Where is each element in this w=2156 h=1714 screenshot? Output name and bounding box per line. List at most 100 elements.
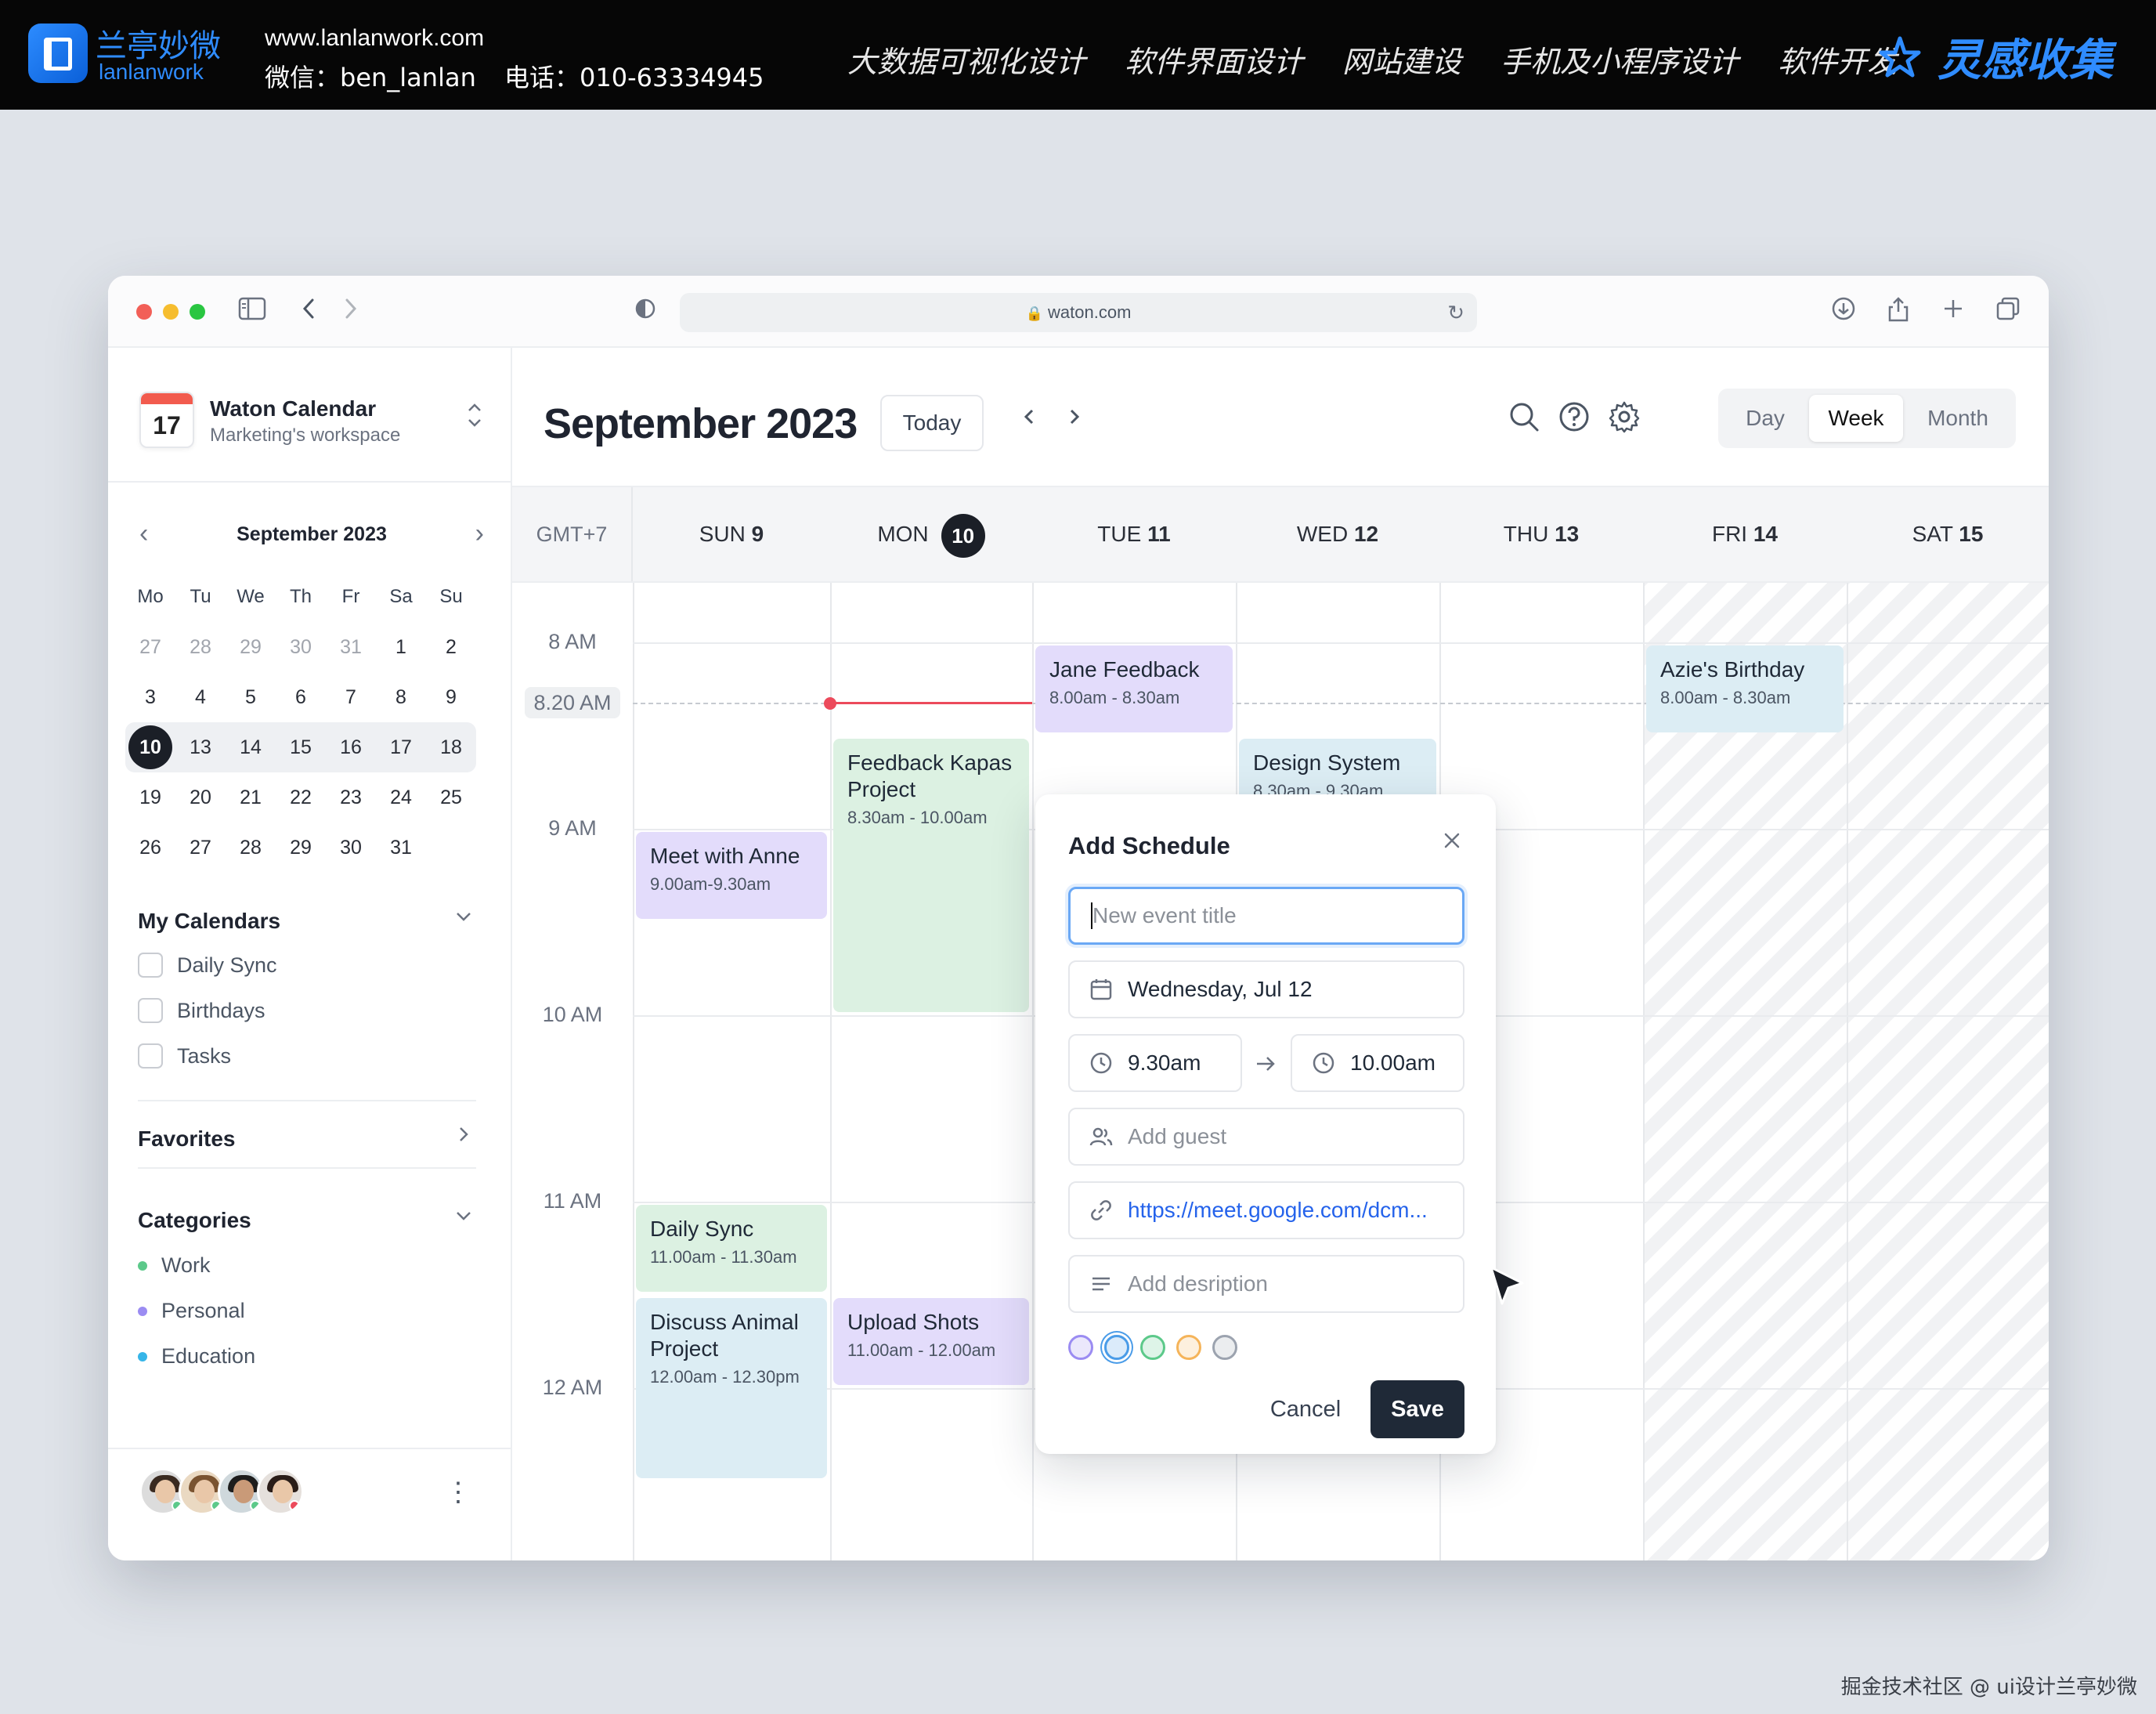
event-title-input[interactable]: New event title bbox=[1068, 887, 1464, 945]
browser-forward-icon[interactable] bbox=[335, 296, 367, 327]
mini-day-cell[interactable]: 27 bbox=[125, 622, 175, 672]
color-swatch[interactable] bbox=[1140, 1335, 1165, 1360]
mini-day-cell[interactable]: 22 bbox=[276, 772, 326, 823]
mini-day-cell[interactable]: 9 bbox=[426, 672, 476, 722]
view-week-tab[interactable]: Week bbox=[1809, 395, 1903, 442]
mini-day-cell[interactable]: 29 bbox=[276, 823, 326, 873]
minimize-window-button[interactable] bbox=[163, 304, 179, 320]
mini-day-cell[interactable]: 19 bbox=[125, 772, 175, 823]
mini-day-cell[interactable]: 31 bbox=[326, 622, 376, 672]
mini-today-number[interactable]: 10 bbox=[128, 725, 172, 769]
mini-day-cell[interactable]: 16 bbox=[326, 722, 376, 772]
calendar-item-tasks[interactable]: Tasks bbox=[138, 1043, 231, 1069]
mini-day-cell[interactable]: 28 bbox=[175, 622, 226, 672]
search-icon[interactable] bbox=[1507, 400, 1546, 439]
calendar-item-birthdays[interactable]: Birthdays bbox=[138, 998, 265, 1023]
mini-day-cell[interactable]: 21 bbox=[226, 772, 276, 823]
mini-day-cell[interactable]: 26 bbox=[125, 823, 175, 873]
mini-day-cell[interactable]: 3 bbox=[125, 672, 175, 722]
description-field[interactable]: Add desription bbox=[1068, 1255, 1464, 1313]
category-item-education[interactable]: Education bbox=[138, 1344, 255, 1369]
mini-day-cell[interactable]: 5 bbox=[226, 672, 276, 722]
close-window-button[interactable] bbox=[136, 304, 152, 320]
mini-day-cell[interactable]: 15 bbox=[276, 722, 326, 772]
save-button[interactable]: Save bbox=[1371, 1380, 1464, 1438]
event-card[interactable]: Azie's Birthday 8.00am - 8.30am bbox=[1646, 645, 1844, 732]
mini-day-cell[interactable]: 8 bbox=[376, 672, 426, 722]
workspace-switcher[interactable]: 17 Waton Calendar Marketing's workspace bbox=[139, 392, 484, 454]
day-header-wed[interactable]: WED 12 bbox=[1236, 487, 1439, 581]
prev-week-icon[interactable] bbox=[1020, 401, 1038, 440]
mini-next-month-icon[interactable]: › bbox=[475, 519, 484, 549]
mini-day-cell[interactable]: 30 bbox=[326, 823, 376, 873]
mini-day-cell[interactable]: 29 bbox=[226, 622, 276, 672]
mini-day-cell[interactable]: 18 bbox=[426, 722, 476, 772]
color-swatch[interactable] bbox=[1068, 1335, 1093, 1360]
start-time-field[interactable]: 9.30am bbox=[1068, 1034, 1242, 1092]
day-header-mon[interactable]: MON 10 bbox=[830, 487, 1032, 581]
category-item-personal[interactable]: Personal bbox=[138, 1299, 245, 1323]
day-header-sun[interactable]: SUN 9 bbox=[633, 487, 830, 581]
member-avatars[interactable] bbox=[139, 1468, 304, 1515]
mini-day-cell[interactable]: 14 bbox=[226, 722, 276, 772]
mini-day-cell[interactable]: 24 bbox=[376, 772, 426, 823]
share-icon[interactable] bbox=[1883, 296, 1914, 327]
event-card[interactable]: Meet with Anne 9.00am-9.30am bbox=[636, 832, 827, 919]
more-options-icon[interactable]: ⋮ bbox=[445, 1479, 471, 1506]
mini-day-cell[interactable]: 30 bbox=[276, 622, 326, 672]
browser-back-icon[interactable] bbox=[293, 296, 324, 327]
checkbox[interactable] bbox=[138, 998, 163, 1023]
mini-day-cell[interactable]: 7 bbox=[326, 672, 376, 722]
today-button[interactable]: Today bbox=[880, 395, 984, 451]
day-header-fri[interactable]: FRI 14 bbox=[1643, 487, 1847, 581]
meeting-link[interactable]: https://meet.google.com/dcm... bbox=[1128, 1198, 1428, 1223]
address-bar[interactable]: 🔒 waton.com ↻ bbox=[680, 293, 1477, 332]
day-header-thu[interactable]: THU 13 bbox=[1439, 487, 1643, 581]
event-card[interactable]: Upload Shots 11.00am - 12.00am bbox=[833, 1298, 1029, 1385]
event-card[interactable]: Daily Sync 11.00am - 11.30am bbox=[636, 1205, 827, 1292]
mini-day-cell[interactable]: 4 bbox=[175, 672, 226, 722]
mini-day-cell[interactable]: 20 bbox=[175, 772, 226, 823]
calendar-item-daily-sync[interactable]: Daily Sync bbox=[138, 953, 277, 978]
event-card[interactable]: Discuss Animal Project 12.00am - 12.30pm bbox=[636, 1298, 827, 1478]
mini-day-cell[interactable] bbox=[426, 823, 476, 873]
next-week-icon[interactable] bbox=[1065, 401, 1084, 440]
settings-gear-icon[interactable] bbox=[1607, 400, 1646, 439]
tab-overview-icon[interactable] bbox=[1992, 296, 2024, 327]
mini-day-cell[interactable]: 13 bbox=[175, 722, 226, 772]
view-month-tab[interactable]: Month bbox=[1906, 395, 2010, 442]
maximize-window-button[interactable] bbox=[190, 304, 205, 320]
mini-day-cell[interactable]: 25 bbox=[426, 772, 476, 823]
avatar[interactable] bbox=[257, 1468, 304, 1515]
reload-icon[interactable]: ↻ bbox=[1447, 293, 1464, 332]
date-field[interactable]: Wednesday, Jul 12 bbox=[1068, 960, 1464, 1018]
privacy-shield-icon[interactable] bbox=[630, 296, 661, 327]
color-swatch[interactable] bbox=[1104, 1335, 1129, 1360]
mini-day-cell[interactable]: 28 bbox=[226, 823, 276, 873]
chevron-right-icon[interactable] bbox=[453, 1123, 475, 1151]
checkbox[interactable] bbox=[138, 953, 163, 978]
color-swatch[interactable] bbox=[1176, 1335, 1201, 1360]
new-tab-icon[interactable] bbox=[1938, 296, 1969, 327]
day-header-tue[interactable]: TUE 11 bbox=[1032, 487, 1236, 581]
chevron-down-icon[interactable] bbox=[453, 1205, 475, 1232]
cancel-button[interactable]: Cancel bbox=[1259, 1380, 1352, 1438]
mini-day-cell[interactable]: 31 bbox=[376, 823, 426, 873]
mini-day-cell[interactable]: 1 bbox=[376, 622, 426, 672]
mini-day-cell[interactable]: 23 bbox=[326, 772, 376, 823]
view-day-tab[interactable]: Day bbox=[1724, 395, 1806, 442]
checkbox[interactable] bbox=[138, 1043, 163, 1069]
mini-day-cell[interactable]: 2 bbox=[426, 622, 476, 672]
mini-day-cell[interactable]: 6 bbox=[276, 672, 326, 722]
category-item-work[interactable]: Work bbox=[138, 1253, 211, 1278]
chevron-up-down-icon[interactable] bbox=[465, 400, 484, 437]
mini-day-cell[interactable]: 27 bbox=[175, 823, 226, 873]
end-time-field[interactable]: 10.00am bbox=[1291, 1034, 1464, 1092]
day-header-sat[interactable]: SAT 15 bbox=[1847, 487, 2049, 581]
color-swatch[interactable] bbox=[1212, 1335, 1237, 1360]
favorites-title[interactable]: Favorites bbox=[138, 1126, 236, 1152]
help-icon[interactable] bbox=[1557, 400, 1596, 439]
download-icon[interactable] bbox=[1828, 296, 1859, 327]
close-icon[interactable] bbox=[1441, 826, 1463, 859]
mini-day-cell[interactable]: 10 bbox=[125, 722, 175, 772]
